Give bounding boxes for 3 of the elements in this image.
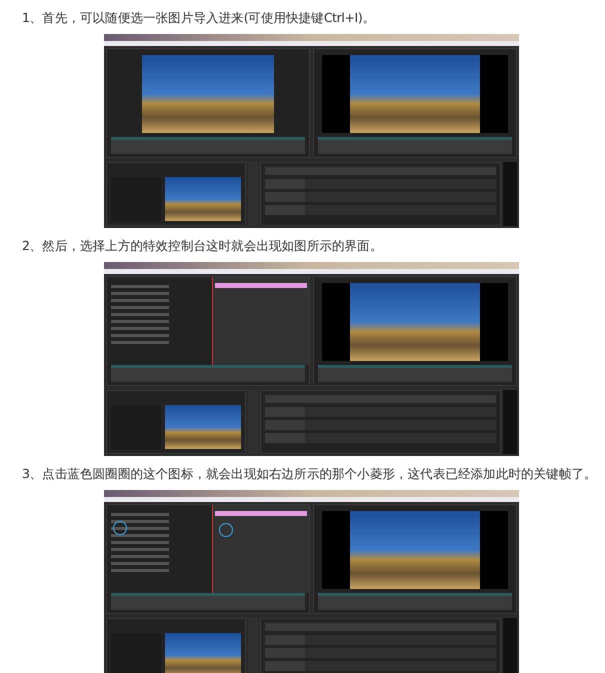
step-instruction: 3、点击蓝色圆圈圈的这个图标，就会出现如右边所示的那个小菱形，这代表已经添加此时的关键帧了。: [22, 465, 598, 483]
step-instruction: 1、首先，可以随便选一张图片导入进来(可使用快捷键Ctrl+I)。: [22, 9, 376, 27]
step-instruction: 2、然后，选择上方的特效控制台这时就会出现如图所示的界面。: [22, 237, 384, 255]
